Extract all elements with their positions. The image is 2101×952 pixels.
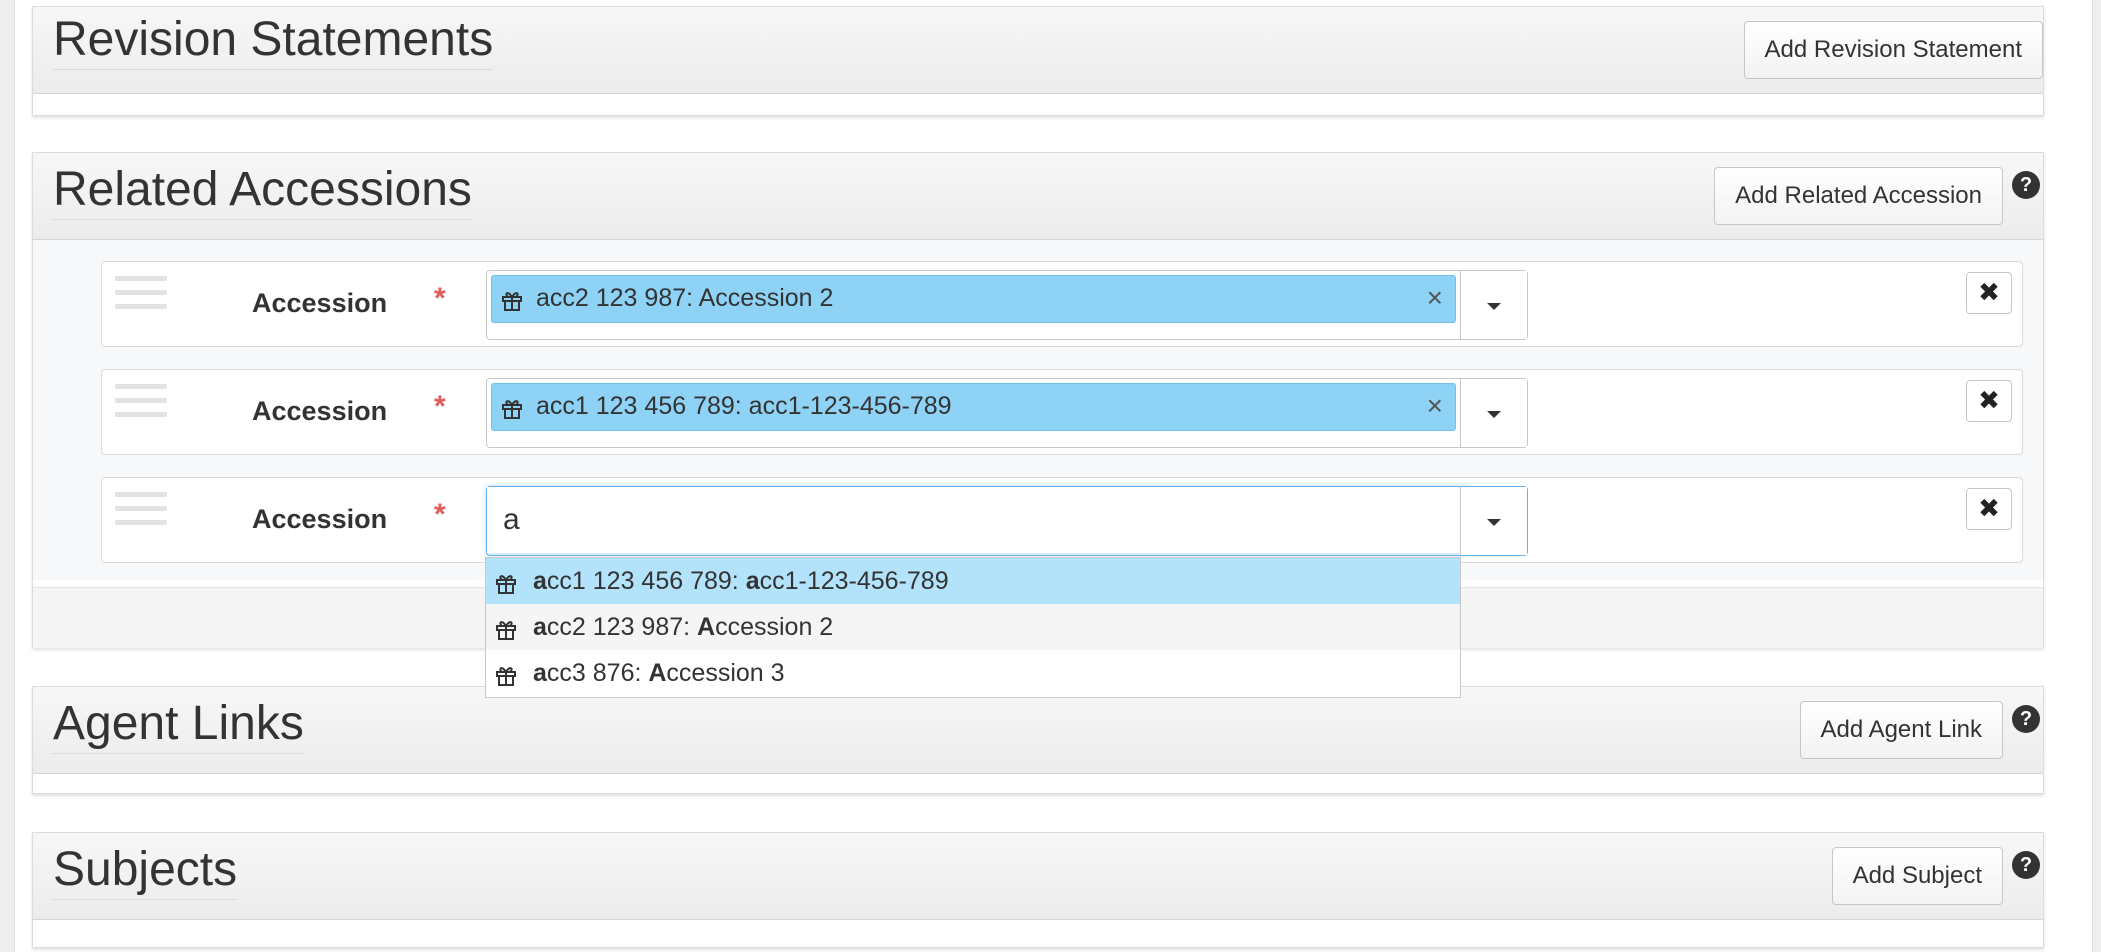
section-header: Revision Statements Add Revision Stateme…: [33, 7, 2043, 94]
gift-icon: [496, 575, 516, 594]
agent-links-section: Agent Links Add Agent Link ?: [32, 686, 2044, 794]
dropdown-toggle-button[interactable]: [1460, 487, 1527, 555]
add-related-accession-button[interactable]: Add Related Accession: [1714, 167, 2003, 225]
gift-icon: [502, 292, 522, 311]
clear-token-icon[interactable]: ×: [1427, 390, 1443, 422]
typeahead-menu: acc1 123 456 789: acc1-123-456-789 acc2 …: [485, 557, 1461, 698]
typeahead-option[interactable]: acc2 123 987: Accession 2: [486, 604, 1460, 650]
required-marker: *: [434, 390, 446, 423]
accession-linker[interactable]: acc2 123 987: Accession 2 ×: [486, 270, 1528, 340]
drag-handle-icon[interactable]: [115, 492, 167, 536]
drag-handle-icon[interactable]: [115, 384, 167, 428]
remove-row-button[interactable]: ✖: [1966, 272, 2012, 314]
typeahead-option-label: acc2 123 987: Accession 2: [533, 613, 834, 641]
caret-down-icon: [1487, 411, 1501, 418]
accession-row: Accession * acc2 123 987: Accession 2 × …: [101, 261, 2023, 347]
accession-label: Accession: [252, 504, 388, 534]
gift-icon: [496, 621, 516, 640]
accession-label: Accession: [252, 288, 388, 318]
token-label: acc1 123 456 789: acc1-123-456-789: [536, 392, 952, 420]
section-title: Agent Links: [53, 697, 304, 754]
drag-handle-icon[interactable]: [115, 276, 167, 320]
dropdown-toggle-button[interactable]: [1460, 271, 1527, 339]
accession-linker[interactable]: [486, 486, 1528, 556]
page-left-edge: [0, 0, 15, 952]
section-title: Related Accessions: [53, 163, 472, 220]
question-circle-icon[interactable]: ?: [2012, 705, 2040, 733]
accession-row: Accession * ✖: [101, 477, 2023, 563]
question-circle-icon[interactable]: ?: [2012, 171, 2040, 199]
typeahead-option-label: acc1 123 456 789: acc1-123-456-789: [533, 567, 949, 595]
dropdown-toggle-button[interactable]: [1460, 379, 1527, 447]
section-header: Related Accessions Add Related Accession…: [33, 153, 2043, 240]
required-marker: *: [434, 498, 446, 531]
typeahead-option[interactable]: acc3 876: Accession 3: [486, 650, 1460, 696]
subjects-section: Subjects Add Subject ?: [32, 832, 2044, 948]
typeahead-option-label: acc3 876: Accession 3: [533, 659, 785, 687]
revision-statements-section: Revision Statements Add Revision Stateme…: [32, 6, 2044, 116]
add-agent-link-button[interactable]: Add Agent Link: [1799, 701, 2003, 759]
caret-down-icon: [1487, 519, 1501, 526]
section-title: Subjects: [53, 843, 238, 900]
gift-icon: [496, 667, 516, 686]
page-right-edge: [2092, 0, 2101, 952]
accession-token[interactable]: acc1 123 456 789: acc1-123-456-789 ×: [491, 383, 1456, 431]
question-circle-icon[interactable]: ?: [2012, 851, 2040, 879]
accession-token[interactable]: acc2 123 987: Accession 2 ×: [491, 275, 1456, 323]
section-title: Revision Statements: [53, 13, 494, 70]
typeahead-option[interactable]: acc1 123 456 789: acc1-123-456-789: [486, 558, 1460, 604]
required-marker: *: [434, 282, 446, 315]
remove-row-button[interactable]: ✖: [1966, 488, 2012, 530]
add-subject-button[interactable]: Add Subject: [1831, 847, 2003, 905]
clear-token-icon[interactable]: ×: [1427, 282, 1443, 314]
token-label: acc2 123 987: Accession 2: [536, 284, 834, 312]
accession-search-input[interactable]: [487, 487, 1471, 553]
section-header: Subjects Add Subject ?: [33, 833, 2043, 920]
accession-linker[interactable]: acc1 123 456 789: acc1-123-456-789 ×: [486, 378, 1528, 448]
caret-down-icon: [1487, 303, 1501, 310]
remove-row-button[interactable]: ✖: [1966, 380, 2012, 422]
accession-row: Accession * acc1 123 456 789: acc1-123-4…: [101, 369, 2023, 455]
section-header: Agent Links Add Agent Link ?: [33, 687, 2043, 774]
add-revision-statement-button[interactable]: Add Revision Statement: [1743, 21, 2043, 79]
accession-label: Accession: [252, 396, 388, 426]
gift-icon: [502, 400, 522, 419]
